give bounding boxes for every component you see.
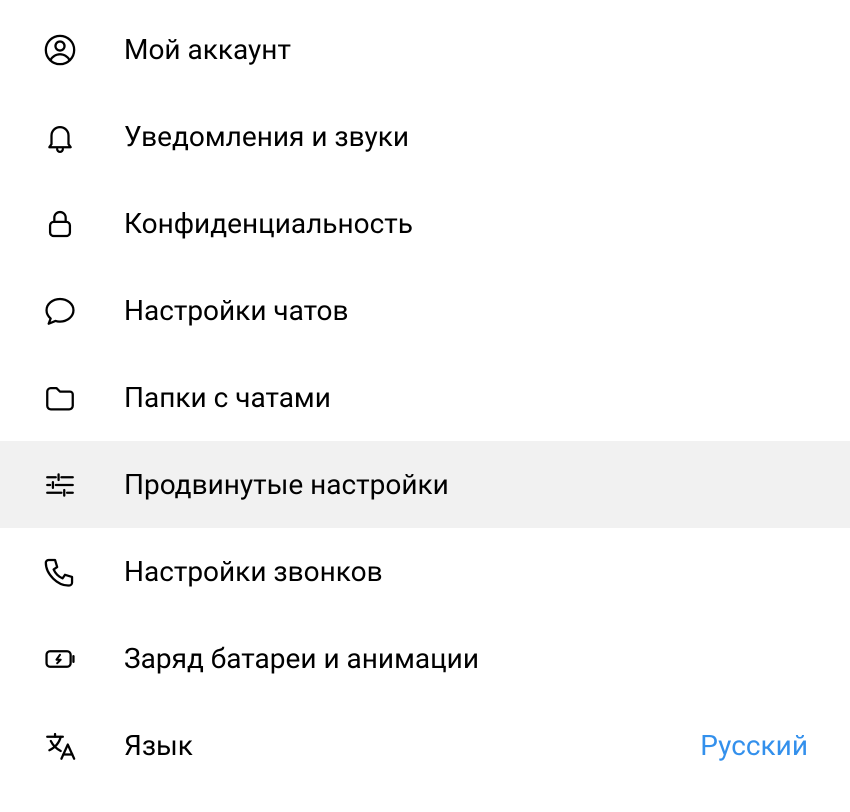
- settings-item-notifications[interactable]: Уведомления и звуки: [0, 93, 850, 180]
- settings-item-chat-settings[interactable]: Настройки чатов: [0, 267, 850, 354]
- language-icon: [42, 728, 78, 764]
- settings-item-label: Папки с чатами: [124, 381, 808, 414]
- settings-item-label: Конфиденциальность: [124, 207, 808, 240]
- settings-item-value: Русский: [700, 729, 808, 762]
- settings-item-label: Продвинутые настройки: [124, 468, 808, 501]
- settings-item-call-settings[interactable]: Настройки звонков: [0, 528, 850, 615]
- settings-item-label: Уведомления и звуки: [124, 120, 808, 153]
- lock-icon: [42, 206, 78, 242]
- settings-item-label: Заряд батареи и анимации: [124, 642, 808, 675]
- bell-icon: [42, 119, 78, 155]
- phone-icon: [42, 554, 78, 590]
- settings-item-chat-folders[interactable]: Папки с чатами: [0, 354, 850, 441]
- settings-item-label: Настройки чатов: [124, 294, 808, 327]
- account-icon: [42, 32, 78, 68]
- settings-item-language[interactable]: Язык Русский: [0, 702, 850, 789]
- settings-item-advanced[interactable]: Продвинутые настройки: [0, 441, 850, 528]
- sliders-icon: [42, 467, 78, 503]
- settings-item-label: Настройки звонков: [124, 555, 808, 588]
- battery-charging-icon: [42, 641, 78, 677]
- settings-item-privacy[interactable]: Конфиденциальность: [0, 180, 850, 267]
- settings-item-my-account[interactable]: Мой аккаунт: [0, 6, 850, 93]
- settings-item-label: Язык: [124, 729, 700, 762]
- settings-item-battery-animations[interactable]: Заряд батареи и анимации: [0, 615, 850, 702]
- chat-bubble-icon: [42, 293, 78, 329]
- settings-list: Мой аккаунт Уведомления и звуки Конфиден…: [0, 0, 850, 789]
- settings-item-label: Мой аккаунт: [124, 33, 808, 66]
- folder-icon: [42, 380, 78, 416]
